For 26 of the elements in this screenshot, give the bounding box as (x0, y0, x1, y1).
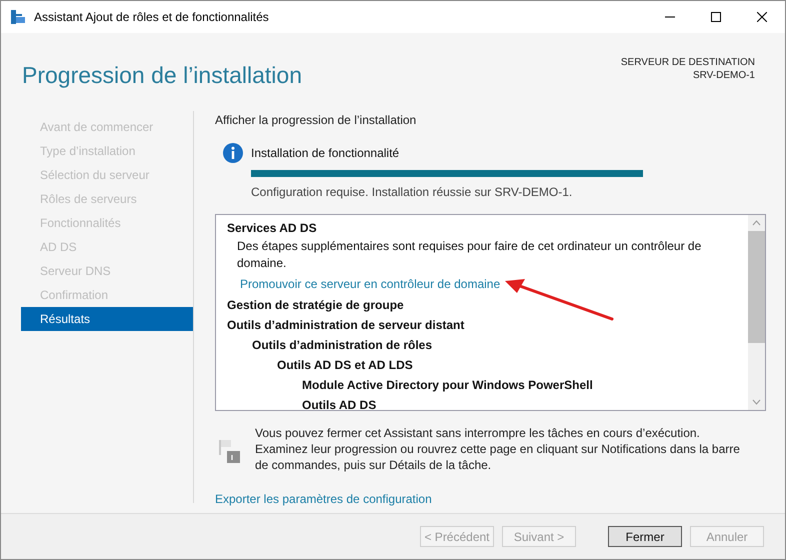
status-message: Configuration requise. Installation réussie sur SRV-DEMO-1. (251, 184, 574, 201)
scrollbar[interactable] (748, 215, 765, 410)
feature-label: Outils AD DS et AD LDS (277, 357, 413, 374)
close-icon (757, 12, 767, 22)
page-title: Progression de l’installation (22, 61, 302, 90)
feature-label: Outils AD DS (302, 397, 376, 410)
app-icon (10, 9, 26, 25)
window-title: Assistant Ajout de rôles et de fonctionnalités (34, 9, 270, 26)
export-link[interactable]: Exporter les paramètres de configuration (215, 490, 432, 508)
notice-text: Vous pouvez fermer cet Assistant sans interrompre les tâches en cours d’exécution. Examinez leur progression ou rouvrez cette page en cliquant sur Notifications dans la barre de commandes, puis sur Détails de la tâche. (255, 425, 741, 473)
promote-link[interactable]: Promouvoir ce serveur en contrôleur de domaine (240, 275, 500, 293)
feature-label: Outils d’administration de serveur distant (227, 317, 464, 334)
section-heading: Afficher la progression de l’installation (215, 112, 418, 129)
maximize-icon (711, 12, 721, 22)
feature-label: Services AD DS (227, 220, 317, 237)
info-icon (223, 143, 243, 163)
feature-label: Module Active Directory pour Windows PowerShell (302, 377, 593, 394)
wizard-step[interactable]: Résultats (21, 307, 193, 331)
status-title: Installation de fonctionnalité (251, 145, 400, 162)
destination-server: SRV-DEMO-1 (692, 69, 755, 82)
feature-label: Gestion de stratégie de groupe (227, 297, 404, 314)
feature-label: Outils d’administration de rôles (252, 337, 432, 354)
destination-label: SERVEUR DE DESTINATION (620, 56, 755, 69)
wizard-button[interactable]: Fermer (608, 526, 682, 547)
flag-notification-icon (219, 439, 241, 463)
message-text: Des étapes supplémentaires sont requises pour faire de cet ordinateur un contrôleur de domaine. (237, 238, 702, 272)
